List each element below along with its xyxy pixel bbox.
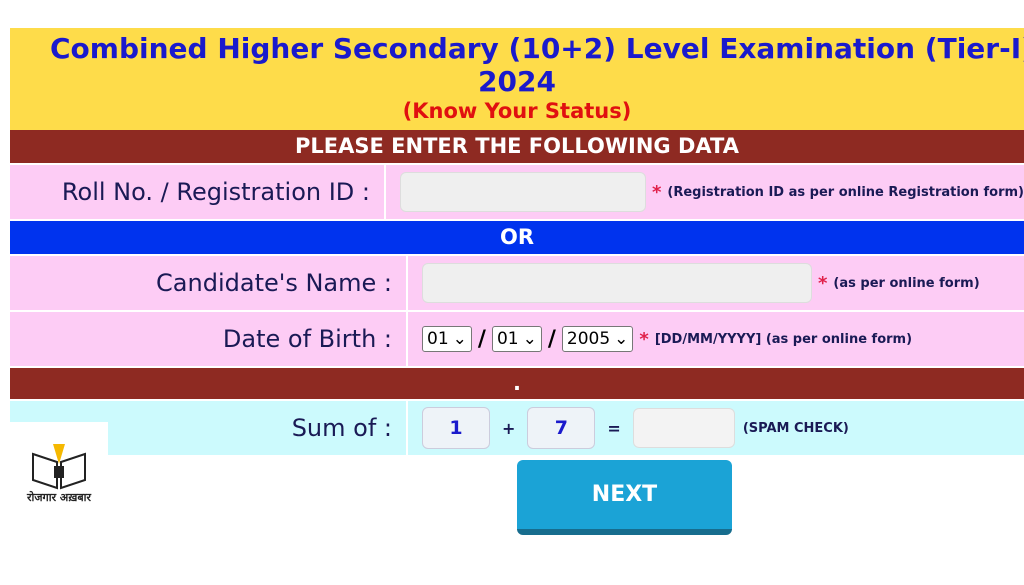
captcha-b: 7 — [527, 407, 596, 449]
required-icon: * — [818, 272, 828, 294]
roll-label: Roll No. / Registration ID : — [10, 165, 386, 219]
instruction-bar: PLEASE ENTER THE FOLLOWING DATA — [10, 130, 1024, 163]
divider-bar: . — [10, 368, 1024, 399]
captcha-input[interactable] — [632, 408, 735, 448]
name-row: Candidate's Name : * (as per online form… — [10, 256, 1024, 310]
roll-note: (Registration ID as per online Registrat… — [667, 184, 1024, 200]
required-icon: * — [651, 181, 662, 203]
logo-text: रोजगार अख़बार — [27, 491, 91, 504]
page-title: Combined Higher Secondary (10+2) Level E… — [50, 32, 1024, 65]
page-header: Combined Higher Secondary (10+2) Level E… — [10, 28, 1024, 130]
year-select[interactable]: 2005 ⌄ — [561, 326, 634, 352]
dob-note: [DD/MM/YYYY] (as per online form) — [654, 331, 913, 347]
day-select[interactable]: 01 ⌄ — [422, 326, 472, 352]
next-button[interactable]: NEXT — [517, 460, 732, 535]
page-subtitle: (Know Your Status) — [402, 99, 632, 123]
month-select[interactable]: 01 ⌄ — [491, 326, 542, 352]
roll-input[interactable] — [399, 172, 646, 212]
roll-row: Roll No. / Registration ID : * (Registra… — [10, 165, 1024, 219]
book-pen-icon — [32, 444, 86, 490]
dob-label: Date of Birth : — [10, 312, 408, 366]
captcha-row: Sum of : 1 + 7 = (SPAM CHECK) — [10, 401, 1024, 455]
required-icon: * — [639, 328, 649, 350]
logo: रोजगार अख़बार — [10, 422, 108, 510]
name-label: Candidate's Name : — [10, 256, 408, 310]
status-form: Combined Higher Secondary (10+2) Level E… — [10, 28, 1024, 455]
name-note: (as per online form) — [833, 275, 980, 291]
captcha-a: 1 — [422, 407, 490, 449]
name-input[interactable] — [422, 263, 812, 303]
or-divider: OR — [10, 221, 1024, 254]
page-title-year: 2024 — [478, 65, 556, 98]
chevron-down-icon: ⌄ — [522, 329, 537, 349]
dob-row: Date of Birth : 01 ⌄ / 01 ⌄ / 2005 ⌄ * [DD/… — [10, 312, 1024, 366]
chevron-down-icon: ⌄ — [452, 329, 467, 349]
chevron-down-icon: ⌄ — [614, 329, 629, 349]
captcha-note: (SPAM CHECK) — [742, 420, 849, 436]
